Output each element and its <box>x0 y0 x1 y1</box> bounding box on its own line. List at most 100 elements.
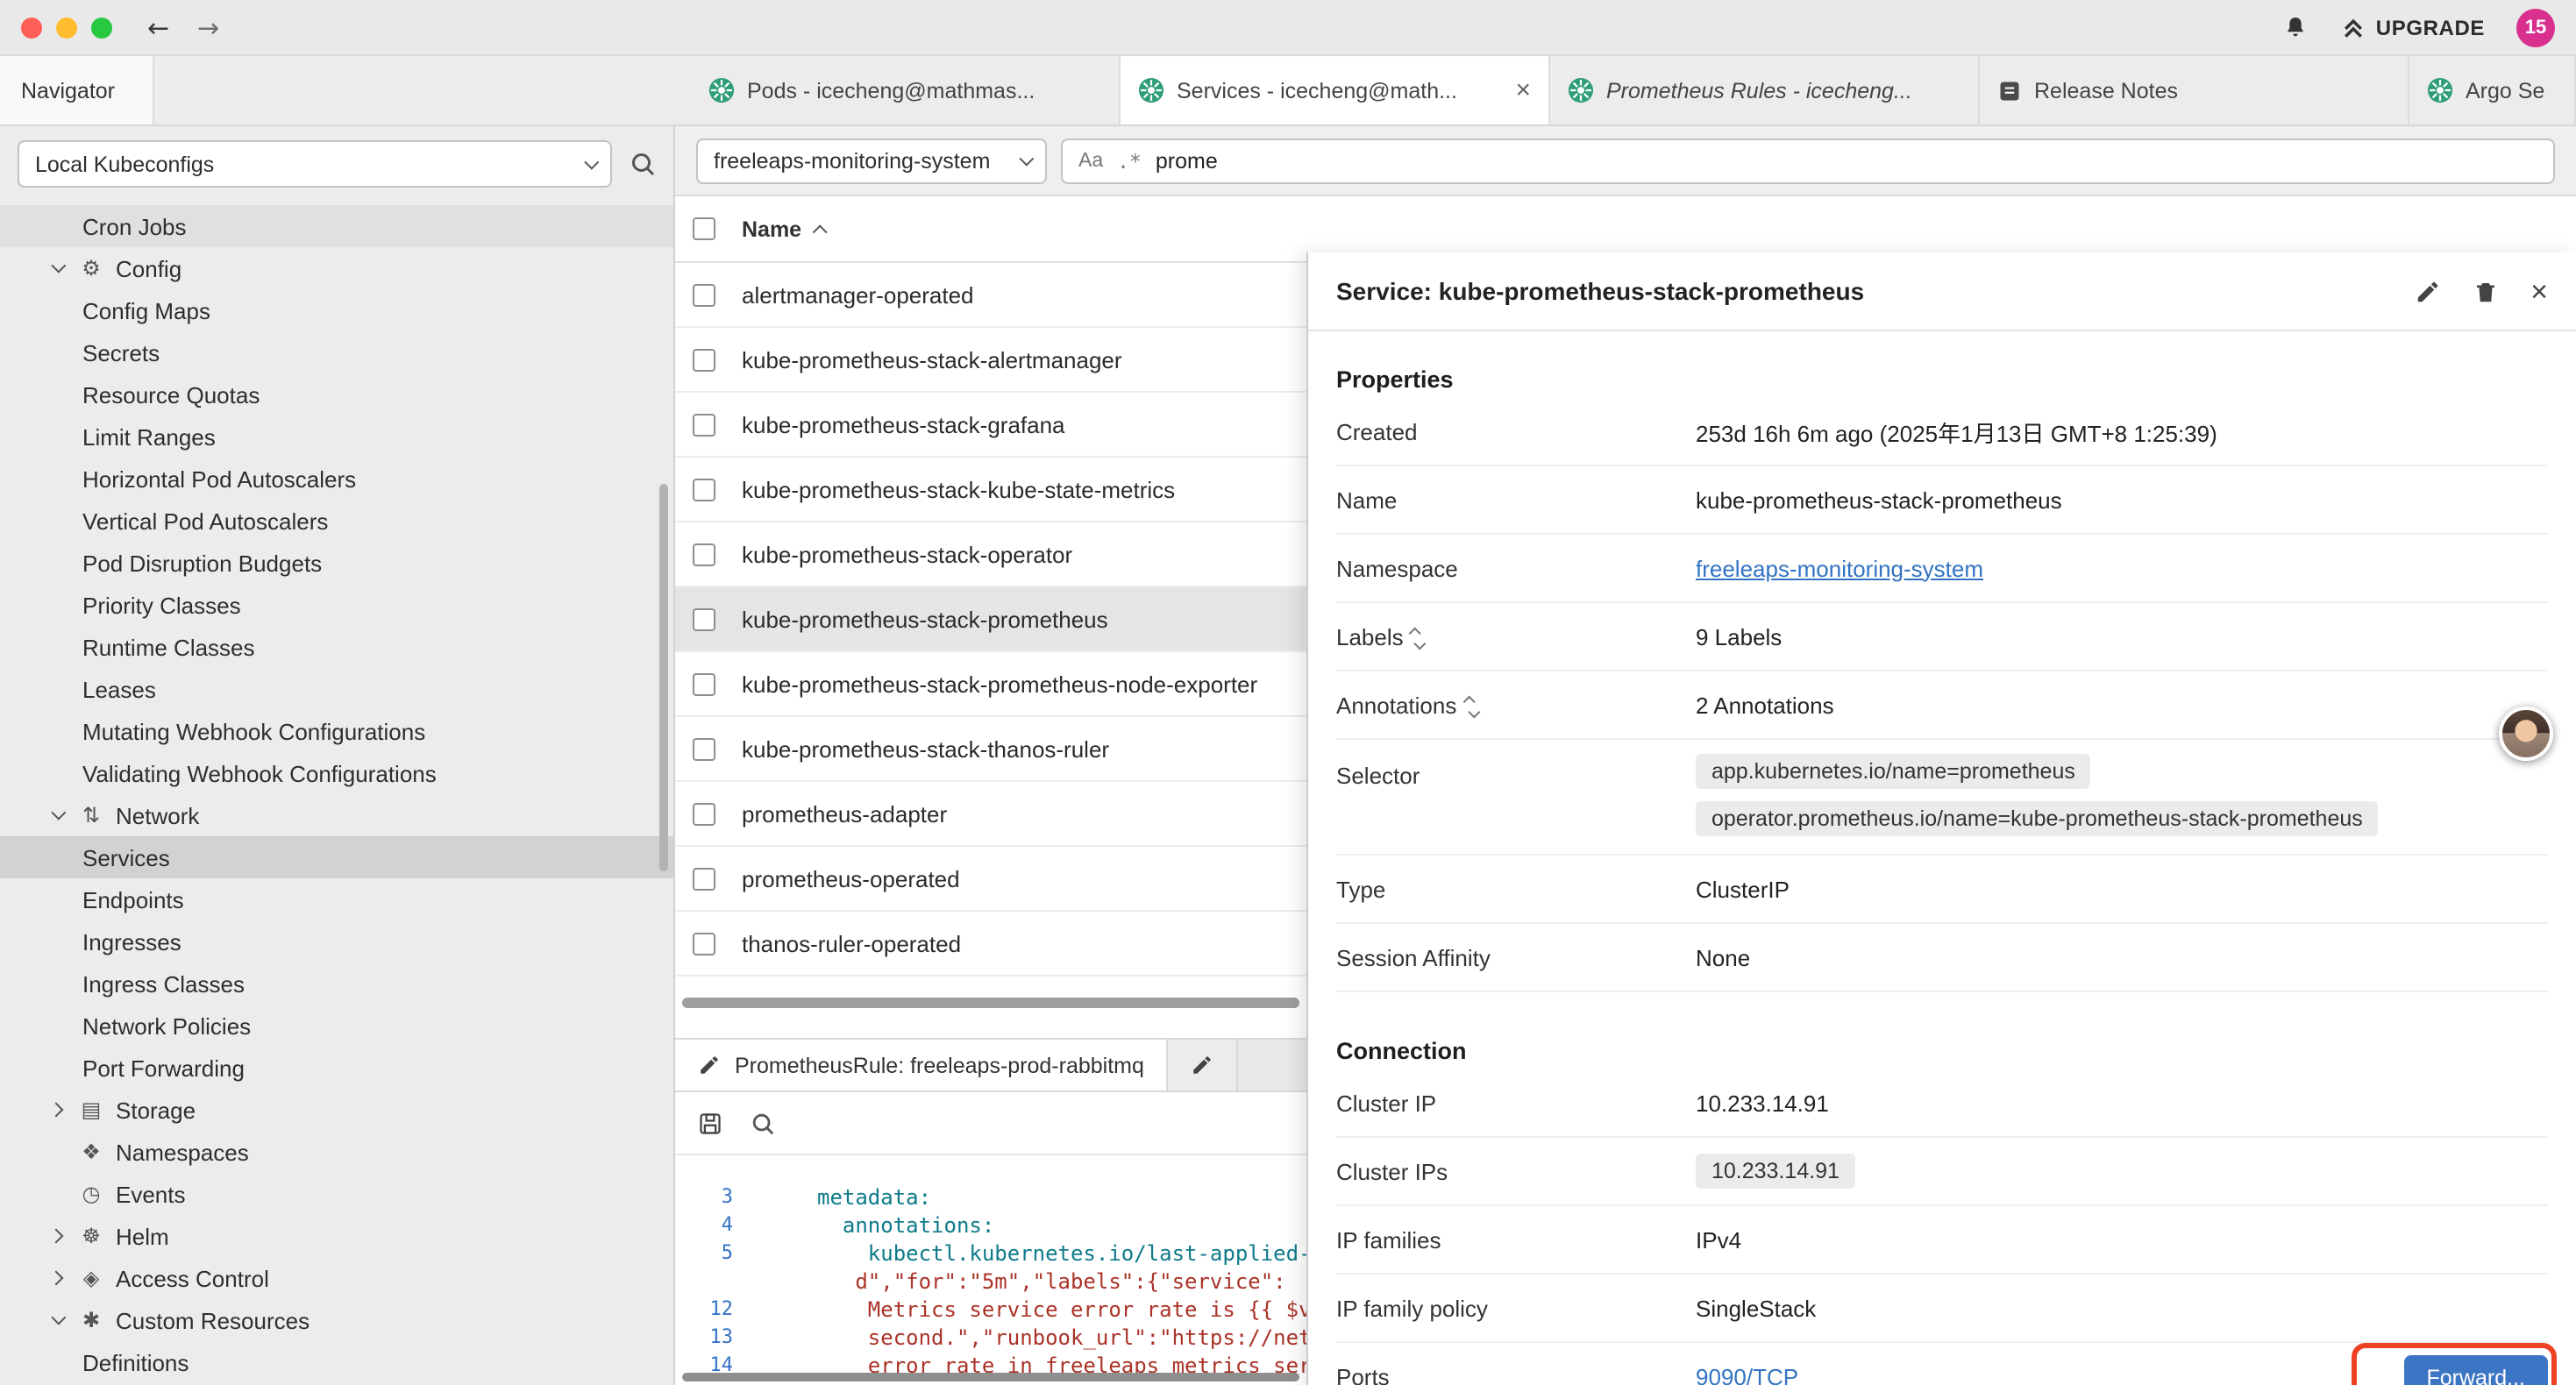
kubeconfig-selector[interactable]: Local Kubeconfigs <box>18 140 612 188</box>
edit-icon[interactable] <box>2415 278 2441 304</box>
dock-tab-prometheusrule[interactable]: PrometheusRule: freeleaps-prod-rabbitmq <box>675 1040 1169 1090</box>
sidebar-item-helm[interactable]: ☸Helm <box>0 1215 673 1257</box>
sidebar-item-namespaces[interactable]: ❖Namespaces <box>0 1131 673 1173</box>
sidebar-item-ingress-classes[interactable]: Ingress Classes <box>0 962 673 1005</box>
forward-button[interactable]: Forward... <box>2403 1354 2548 1385</box>
row-checkbox[interactable] <box>693 802 715 825</box>
zoom-window-button[interactable] <box>91 17 112 38</box>
sidebar-item-definitions[interactable]: Definitions <box>0 1341 673 1383</box>
tab-services[interactable]: Services - icecheng@math... × <box>1121 56 1550 124</box>
sidebar-item-pod-disruption-budgets[interactable]: Pod Disruption Budgets <box>0 542 673 584</box>
minimize-window-button[interactable] <box>56 17 77 38</box>
window-titlebar: ← → UPGRADE 15 <box>0 0 2576 56</box>
edit-pencil-icon <box>698 1054 721 1076</box>
storage-icon: ▤ <box>77 1097 105 1122</box>
horizontal-scrollbar[interactable] <box>682 998 1299 1008</box>
upgrade-chevrons-icon <box>2341 15 2366 39</box>
tab-argo[interactable]: Argo Se <box>2409 56 2576 124</box>
expand-collapse-icon[interactable] <box>1467 692 1475 717</box>
sidebar-item-events[interactable]: ◷Events <box>0 1173 673 1215</box>
sidebar-item-vertical-pod-autoscalers[interactable]: Vertical Pod Autoscalers <box>0 500 673 542</box>
sidebar-item-services[interactable]: Services <box>0 836 673 878</box>
sidebar-item-config[interactable]: ⚙Config <box>0 247 673 289</box>
resource-search-box: Aa .* <box>1061 138 2555 183</box>
sidebar-item-limit-ranges[interactable]: Limit Ranges <box>0 416 673 458</box>
sidebar-item-endpoints[interactable]: Endpoints <box>0 878 673 920</box>
notification-count-badge[interactable]: 15 <box>2516 8 2555 46</box>
row-checkbox[interactable] <box>693 607 715 630</box>
row-checkbox[interactable] <box>693 478 715 501</box>
close-tab-icon[interactable]: × <box>1515 77 1531 103</box>
sidebar-item-priority-classes[interactable]: Priority Classes <box>0 584 673 626</box>
match-case-toggle[interactable]: Aa <box>1078 150 1103 171</box>
property-row-ip-families: IP families IPv4 <box>1336 1206 2548 1275</box>
chevron-down-icon <box>46 1315 67 1325</box>
sidebar-item-custom-resources[interactable]: ✱Custom Resources <box>0 1299 673 1341</box>
row-checkbox[interactable] <box>693 867 715 890</box>
row-checkbox[interactable] <box>693 348 715 371</box>
editor-horizontal-scrollbar[interactable] <box>682 1373 1299 1381</box>
row-checkbox[interactable] <box>693 413 715 436</box>
sidebar-item-storage[interactable]: ▤Storage <box>0 1089 673 1131</box>
namespace-link[interactable]: freeleaps-monitoring-system <box>1696 555 1983 581</box>
kubernetes-cluster-icon <box>1138 77 1164 103</box>
sidebar-item-config-maps[interactable]: Config Maps <box>0 289 673 331</box>
regex-toggle[interactable]: .* <box>1117 148 1142 173</box>
row-checkbox[interactable] <box>693 543 715 565</box>
sidebar-item-horizontal-pod-autoscalers[interactable]: Horizontal Pod Autoscalers <box>0 458 673 500</box>
editor-search-icon[interactable] <box>751 1111 775 1135</box>
sidebar-item-secrets[interactable]: Secrets <box>0 331 673 373</box>
details-drawer: Service: kube-prometheus-stack-prometheu… <box>1306 252 2576 1385</box>
sidebar-scrollbar[interactable] <box>659 484 668 871</box>
tab-release-notes[interactable]: Release Notes <box>1980 56 2409 124</box>
sidebar-item-resource-quotas[interactable]: Resource Quotas <box>0 373 673 416</box>
avatar[interactable] <box>2499 707 2553 761</box>
code-line: annotations: <box>754 1211 994 1239</box>
dock-tab-partial[interactable] <box>1169 1040 1239 1090</box>
sidebar-item-runtime-classes[interactable]: Runtime Classes <box>0 626 673 668</box>
save-icon[interactable] <box>698 1111 722 1135</box>
row-checkbox[interactable] <box>693 737 715 760</box>
edit-pencil-icon <box>1192 1054 1214 1076</box>
close-window-button[interactable] <box>21 17 42 38</box>
row-checkbox[interactable] <box>693 932 715 955</box>
navigator-panel-tab[interactable]: Navigator <box>0 56 154 124</box>
search-input[interactable] <box>1156 148 2537 173</box>
chevron-down-icon <box>584 154 599 169</box>
sidebar-item-network-policies[interactable]: Network Policies <box>0 1005 673 1047</box>
upgrade-button[interactable]: UPGRADE <box>2341 15 2485 39</box>
sidebar-item-port-forwarding[interactable]: Port Forwarding <box>0 1047 673 1089</box>
row-checkbox[interactable] <box>693 672 715 695</box>
expand-collapse-icon[interactable] <box>1414 624 1422 649</box>
sidebar-item-leases[interactable]: Leases <box>0 668 673 710</box>
notifications-bell-icon[interactable] <box>2281 13 2309 41</box>
name-column-header[interactable]: Name <box>742 217 828 241</box>
chevron-right-icon <box>46 1273 67 1283</box>
sidebar-item-mutating-webhook-configurations[interactable]: Mutating Webhook Configurations <box>0 710 673 752</box>
forward-button[interactable]: → <box>197 11 219 43</box>
chevron-down-icon <box>46 810 67 820</box>
sidebar-item-cron-jobs[interactable]: Cron Jobs <box>0 205 673 247</box>
close-icon[interactable]: × <box>2530 276 2548 306</box>
access-control-icon: ◈ <box>77 1266 105 1290</box>
namespace-filter-select[interactable]: freeleaps-monitoring-system <box>696 138 1047 183</box>
code-line: Metrics service error rate is {{ $va <box>754 1296 1324 1324</box>
sidebar-search-icon[interactable] <box>630 151 656 177</box>
sidebar-item-access-control[interactable]: ◈Access Control <box>0 1257 673 1299</box>
tab-prometheus-rules[interactable]: Prometheus Rules - icecheng... <box>1550 56 1980 124</box>
window-controls <box>21 17 112 38</box>
sidebar-item-network[interactable]: ⇅Network <box>0 794 673 836</box>
port-link[interactable]: 9090/TCP <box>1696 1364 1798 1385</box>
select-all-checkbox[interactable] <box>693 217 715 240</box>
back-button[interactable]: ← <box>147 11 169 43</box>
code-line: d","for":"5m","labels":{"service": <box>754 1268 1286 1296</box>
property-row-cluster-ip: Cluster IP 10.233.14.91 <box>1336 1069 2548 1138</box>
sidebar-item-ingresses[interactable]: Ingresses <box>0 920 673 962</box>
tab-pods[interactable]: Pods - icecheng@mathmas... <box>691 56 1121 124</box>
row-checkbox[interactable] <box>693 283 715 306</box>
chevron-right-icon <box>46 1104 67 1115</box>
line-number <box>675 1268 754 1296</box>
chevron-right-icon <box>46 1231 67 1241</box>
sidebar-item-validating-webhook-configurations[interactable]: Validating Webhook Configurations <box>0 752 673 794</box>
delete-icon[interactable] <box>2473 278 2499 304</box>
